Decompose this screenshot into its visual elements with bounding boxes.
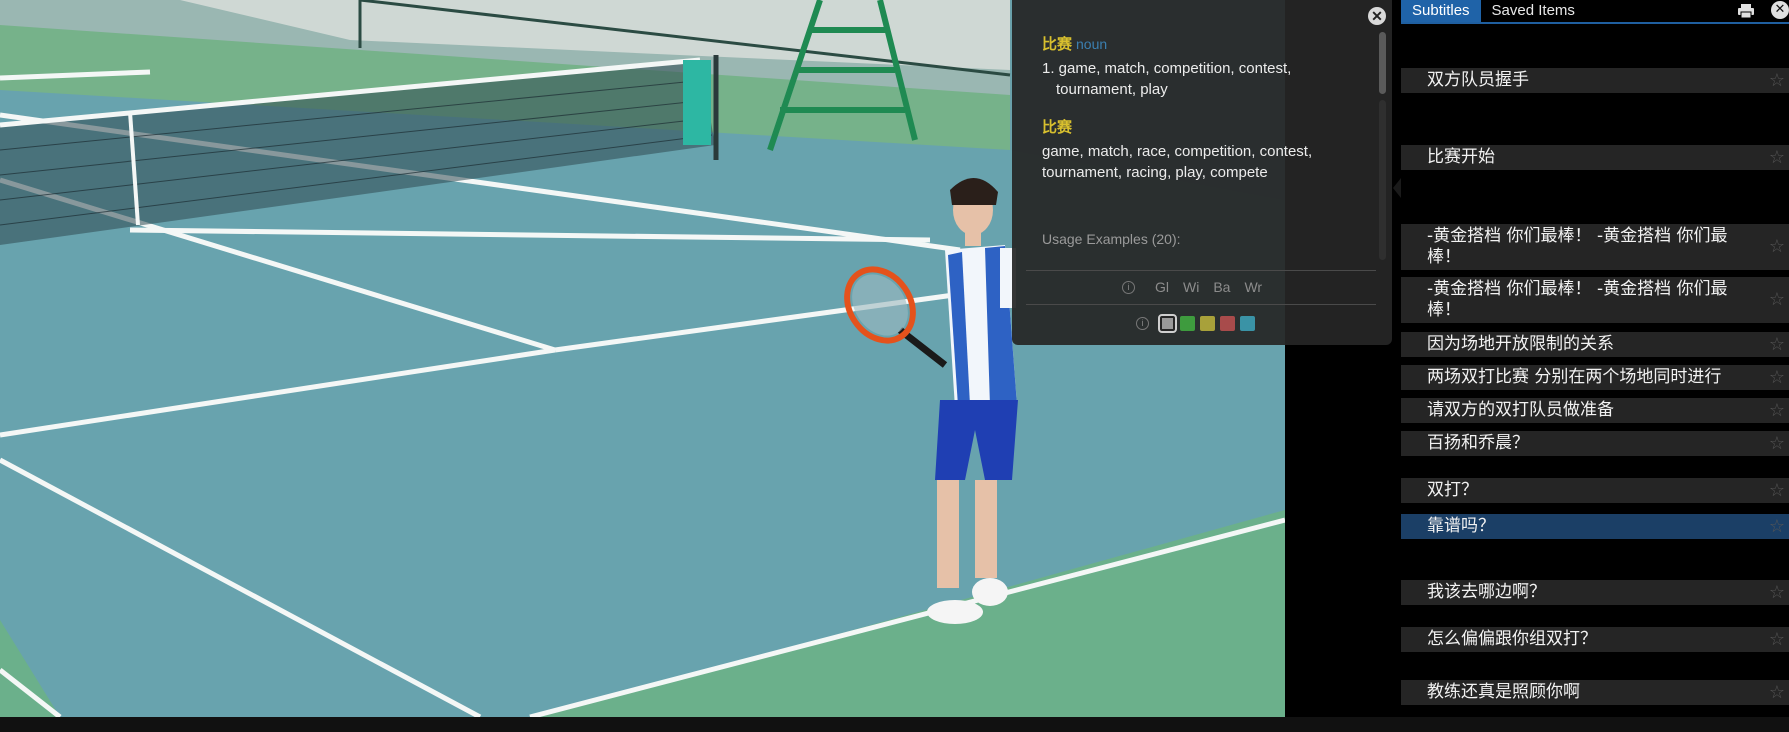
tab-subtitles[interactable]: Subtitles bbox=[1401, 0, 1481, 22]
subtitle-text: 双方队员握手 bbox=[1427, 70, 1529, 90]
star-icon[interactable]: ☆ bbox=[1769, 367, 1785, 388]
subtitle-row[interactable]: 百扬和乔晨？ ☆ bbox=[1401, 431, 1789, 456]
print-icon[interactable] bbox=[1737, 2, 1755, 20]
highlight-color-picker: i bbox=[1136, 313, 1255, 333]
color-swatch-gray[interactable] bbox=[1158, 313, 1177, 333]
subtitle-text: 教练还真是照顾你啊 bbox=[1427, 682, 1580, 702]
subtitle-text: -黄金搭档 你们最棒！ -黄金搭档 你们最棒！ bbox=[1427, 279, 1728, 320]
source-tab-gl[interactable]: Gl bbox=[1155, 279, 1169, 295]
subtitle-row[interactable]: 请双方的双打队员做准备 ☆ bbox=[1401, 398, 1789, 423]
dict-definition: 1. game, match, competition, contest, to… bbox=[1042, 60, 1292, 98]
subtitle-text: -黄金搭档 你们最棒！ -黄金搭档 你们最棒！ bbox=[1427, 226, 1728, 267]
color-swatch-red[interactable] bbox=[1220, 315, 1235, 331]
popup-scrollbar-thumb[interactable] bbox=[1379, 32, 1386, 94]
divider bbox=[1026, 304, 1376, 305]
star-icon[interactable]: ☆ bbox=[1769, 70, 1785, 91]
subtitle-text: 怎么偏偏跟你组双打？ bbox=[1427, 629, 1597, 649]
star-icon[interactable]: ☆ bbox=[1769, 480, 1785, 501]
subtitle-row[interactable]: -黄金搭档 你们最棒！ -黄金搭档 你们最棒！ ☆ bbox=[1401, 224, 1789, 270]
player-control-bar[interactable] bbox=[0, 717, 1789, 732]
source-tab-wr[interactable]: Wr bbox=[1244, 279, 1262, 295]
dictionary-popup: ✕ 比赛 noun 1. game, match, competition, co… bbox=[1012, 0, 1392, 345]
close-icon[interactable]: ✕ bbox=[1771, 1, 1789, 19]
subtitle-row[interactable]: 双方队员握手 ☆ bbox=[1401, 68, 1789, 93]
subtitle-text: 双打？ bbox=[1427, 480, 1478, 500]
info-icon[interactable]: i bbox=[1122, 280, 1135, 294]
color-swatch-green[interactable] bbox=[1180, 315, 1195, 331]
star-icon[interactable]: ☆ bbox=[1769, 433, 1785, 454]
info-icon[interactable]: i bbox=[1136, 316, 1149, 330]
app-window: ✕ 比赛 noun 1. game, match, competition, co… bbox=[0, 0, 1789, 732]
source-tab-wi[interactable]: Wi bbox=[1183, 279, 1199, 295]
star-icon[interactable]: ☆ bbox=[1769, 400, 1785, 421]
subtitle-text: 两场双打比赛 分别在两个场地同时进行 bbox=[1427, 367, 1722, 387]
star-icon[interactable]: ☆ bbox=[1769, 629, 1785, 650]
subtitle-text: 百扬和乔晨？ bbox=[1427, 433, 1529, 453]
star-icon[interactable]: ☆ bbox=[1769, 147, 1785, 168]
color-swatch-yellow[interactable] bbox=[1200, 315, 1215, 331]
popup-scrollbar-track[interactable] bbox=[1379, 100, 1386, 260]
subtitle-row[interactable]: 因为场地开放限制的关系 ☆ bbox=[1401, 332, 1789, 357]
dict-part-of-speech: noun bbox=[1076, 36, 1108, 52]
dict-headword[interactable]: 比赛 bbox=[1042, 36, 1072, 53]
panel-pointer-arrow bbox=[1393, 178, 1401, 198]
subtitle-row[interactable]: 我该去哪边啊？ ☆ bbox=[1401, 580, 1789, 605]
star-icon[interactable]: ☆ bbox=[1769, 236, 1785, 257]
subtitle-row[interactable]: 怎么偏偏跟你组双打？ ☆ bbox=[1401, 627, 1789, 652]
subtitle-panel: Subtitles Saved Items ✕ 双方队员握手 ☆ 比赛开始 ☆ -黄… bbox=[1401, 0, 1789, 717]
subtitle-row-active[interactable]: 靠谱吗？ ☆ bbox=[1401, 514, 1789, 539]
subtitle-text: 因为场地开放限制的关系 bbox=[1427, 334, 1614, 354]
star-icon[interactable]: ☆ bbox=[1769, 516, 1785, 537]
dictionary-source-tabs: i Gl Wi Ba Wr bbox=[1122, 277, 1262, 297]
subtitle-row[interactable]: -黄金搭档 你们最棒！ -黄金搭档 你们最棒！ ☆ bbox=[1401, 277, 1789, 323]
dict-definition: game, match, race, competition, contest,… bbox=[1042, 143, 1313, 181]
star-icon[interactable]: ☆ bbox=[1769, 582, 1785, 603]
subtitle-text: 靠谱吗？ bbox=[1427, 516, 1495, 536]
tab-saved-items[interactable]: Saved Items bbox=[1481, 0, 1586, 22]
subtitle-row[interactable]: 教练还真是照顾你啊 ☆ bbox=[1401, 680, 1789, 705]
star-icon[interactable]: ☆ bbox=[1769, 334, 1785, 355]
panel-tab-bar: Subtitles Saved Items bbox=[1401, 0, 1789, 24]
star-icon[interactable]: ☆ bbox=[1769, 289, 1785, 310]
usage-examples-link[interactable]: Usage Examples (20): bbox=[1042, 231, 1181, 247]
subtitle-row[interactable]: 比赛开始 ☆ bbox=[1401, 145, 1789, 170]
subtitle-row[interactable]: 双打？ ☆ bbox=[1401, 478, 1789, 503]
dict-entry-2: 比赛 game, match, race, competition, conte… bbox=[1042, 116, 1342, 183]
color-swatch-blue[interactable] bbox=[1240, 315, 1255, 331]
subtitle-text: 我该去哪边啊？ bbox=[1427, 582, 1546, 602]
subtitle-row[interactable]: 两场双打比赛 分别在两个场地同时进行 ☆ bbox=[1401, 365, 1789, 390]
dict-entry-1: 比赛 noun 1. game, match, competition, cont… bbox=[1042, 33, 1342, 100]
subtitle-text: 请双方的双打队员做准备 bbox=[1427, 400, 1614, 420]
subtitle-list[interactable]: 双方队员握手 ☆ 比赛开始 ☆ -黄金搭档 你们最棒！ -黄金搭档 你们最棒！ ☆ -… bbox=[1401, 26, 1789, 717]
star-icon[interactable]: ☆ bbox=[1769, 682, 1785, 703]
subtitle-text: 比赛开始 bbox=[1427, 147, 1495, 167]
close-icon[interactable]: ✕ bbox=[1368, 7, 1386, 25]
source-tab-ba[interactable]: Ba bbox=[1213, 279, 1230, 295]
divider bbox=[1026, 270, 1376, 271]
dict-headword[interactable]: 比赛 bbox=[1042, 119, 1072, 136]
